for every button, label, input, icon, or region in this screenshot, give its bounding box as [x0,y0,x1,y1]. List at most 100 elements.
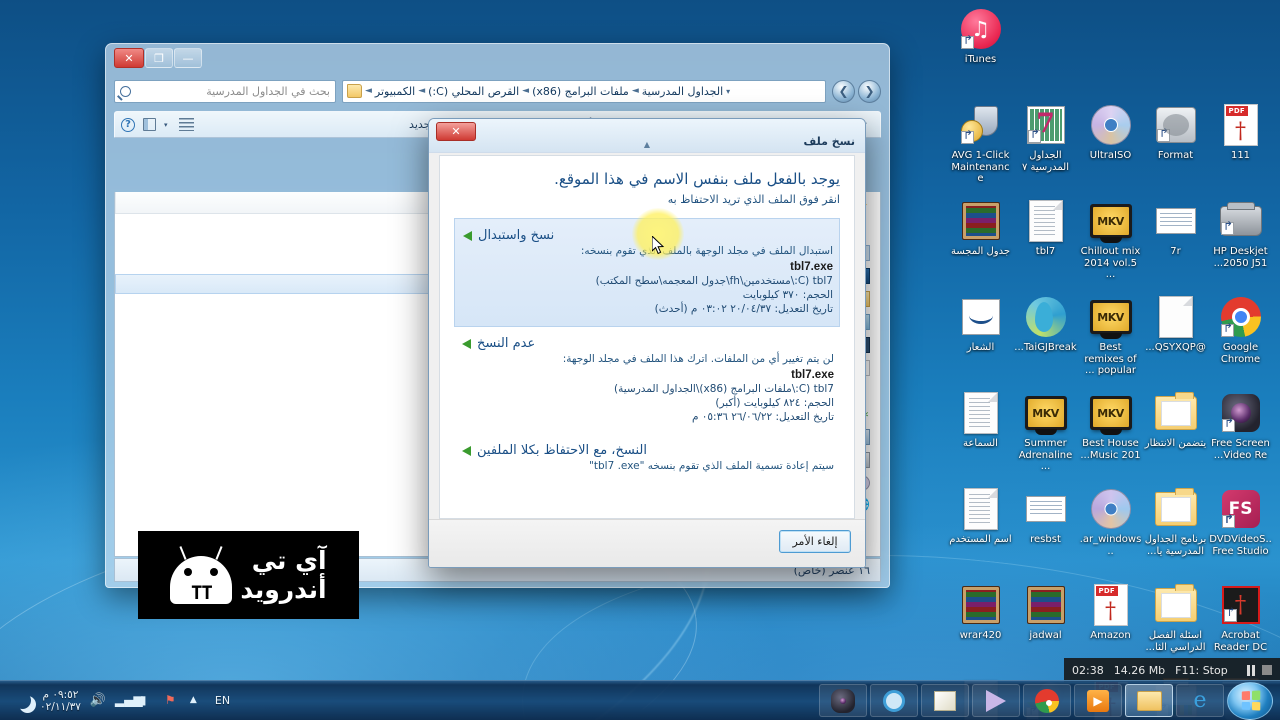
taskbar-item-chrome[interactable] [1023,684,1071,717]
volume-icon[interactable]: 🔊 [90,693,106,708]
desktop-icon[interactable]: wrar420 [948,580,1013,676]
pause-icon[interactable] [1247,664,1255,676]
explorer-title-bar[interactable]: ✕ ❐ — [106,44,889,74]
help-icon[interactable]: ? [121,117,135,132]
desktop-icon[interactable]: MKV Best House Music 201... [1078,388,1143,484]
option-title-text: عدم النسخ [477,336,536,351]
taskbar-item-camera[interactable] [819,684,867,717]
taskbar-item-media-player[interactable]: ▶ [1074,684,1122,717]
desktop-icon[interactable]: يتضمن الانتظار [1143,388,1208,484]
preview-pane-icon[interactable] [143,118,156,131]
option-modified: تاريخ التعديل: ٢٠/٠٤/٣٧ ٠٣:٠٢ م (أحدث) [654,303,833,315]
desktop-icon[interactable]: ar_windows... [1078,484,1143,580]
address-dropdown-icon[interactable]: ▾ [726,87,730,96]
network-icon[interactable]: ▂▄▆ [115,693,143,708]
desktop-icon[interactable]: iTunes [948,4,1013,100]
option-title[interactable]: النسخ، مع الاحتفاظ بكلا الملفين [462,443,834,458]
desktop-icon-label: Best House Music 201... [1080,438,1141,461]
option-title[interactable]: عدم النسخ [462,336,834,351]
desktop-icon[interactable]: الشعار [948,292,1013,388]
cancel-button[interactable]: إلغاء الأمر [779,530,851,553]
winrar-archive-icon [959,199,1003,243]
desktop-icon[interactable]: Free Screen Video Re... [1208,388,1273,484]
taskbar-item-notepad[interactable] [921,684,969,717]
taskbar-item-screen-recorder[interactable] [870,684,918,717]
desktop-icon[interactable]: FS DVDVideoS.. Free Studio [1208,484,1273,580]
desktop-icon[interactable]: resbst [1013,484,1078,580]
desktop-icon[interactable]: TaiGJBreak... [1013,292,1078,388]
desktop-icon[interactable]: Format [1143,100,1208,196]
taskbar-item-internet-explorer[interactable]: e [1176,684,1224,717]
search-input[interactable]: بحث في الجداول المدرسية [114,79,336,103]
desktop-icon[interactable]: UltraISO [1078,100,1143,196]
folder-icon [347,84,362,98]
conflict-option[interactable]: عدم النسخ لن يتم تغيير أي من الملفات. اتر… [454,327,840,434]
channel-watermark: آي تي أندرويد TT [138,531,359,619]
desktop-icon[interactable]: MKV Best remixes of popular ... [1078,292,1143,388]
battery-icon[interactable]: ▮ [140,693,156,708]
show-hidden-icons-icon[interactable]: ▲ [190,693,206,708]
desktop-icon[interactable]: MKV Chillout mix 2014 vol.5 ... [1078,196,1143,292]
winrar-archive-icon [1024,583,1068,627]
taskbar[interactable]: ٠٩:٥٢ م ٠٢/١١/٣٧ 🔊 ▂▄▆ ▮ ⚑ ▲ EN ▶ e [0,680,1280,720]
option-filename: tbl7.exe [791,369,834,381]
desktop-icon[interactable]: اسم المستخدم [948,484,1013,580]
desktop-icon[interactable]: 7r [1143,196,1208,292]
copy-file-dialog[interactable]: نسخ ملف ✕ ▲ يوجد بالفعل ملف بنفس الاسم ف… [428,118,866,568]
flag-icon[interactable]: ⚑ [165,693,181,708]
option-title[interactable]: نسخ واستبدال [463,228,833,243]
explorer-navigation-bar: ❮ ❯ ▾ الجداول المدرسية ◄ ملفات البرامج (… [114,74,881,108]
chevron-down-icon[interactable]: ▾ [164,121,168,129]
maximize-button[interactable]: ❐ [145,48,173,68]
desktop-icon[interactable]: PDF † 111 [1208,100,1273,196]
option-description: استبدال الملف في مجلد الوجهة بالملف الذي… [580,245,833,257]
mkv-video-icon: MKV [1089,391,1133,435]
desktop-icon[interactable]: MKV Summer Adrenaline ... [1013,388,1078,484]
desktop-icon-label: Chillout mix 2014 vol.5 ... [1080,246,1141,280]
pdf-document-icon: PDF† [1219,103,1263,147]
desktop-icon[interactable]: 7 الجداول المدرسية ٧ [1013,100,1078,196]
conflict-option[interactable]: نسخ واستبدال استبدال الملف في مجلد الوجهة… [454,218,840,327]
desktop-icon[interactable]: tbl7 [1013,196,1078,292]
desktop-icon[interactable]: برنامج الجداول المدرسية يا... [1143,484,1208,580]
option-title-text: نسخ واستبدال [478,228,555,243]
taskbar-item-media[interactable] [972,684,1020,717]
close-button[interactable]: ✕ [114,48,144,68]
language-indicator[interactable]: EN [215,694,230,707]
desktop-icon-label: DVDVideoS.. Free Studio [1209,534,1272,557]
forward-button[interactable]: ❯ [858,79,881,103]
dialog-title-bar[interactable]: نسخ ملف ✕ ▲ [429,119,865,153]
collapse-icon[interactable]: ▲ [644,140,650,149]
change-view-icon[interactable] [178,118,194,131]
mkv-video-icon: MKV [1024,391,1068,435]
windows-logo-icon [1241,690,1260,711]
desktop-icon[interactable]: @QSYXQP... [1143,292,1208,388]
dialog-content: يوجد بالفعل ملف بنفس الاسم في هذا الموقع… [439,155,855,519]
desktop-icon[interactable]: HP Deskjet 2050 J51... [1208,196,1273,292]
option-modified: تاريخ التعديل: ٢٦/٠٦/٢٢ ٠٥:٣٦ م [691,411,834,423]
minimize-button[interactable]: — [174,48,202,68]
breadcrumb-item[interactable]: ملفات البرامج (x86) [532,85,629,98]
action-center-moon-icon[interactable] [14,692,31,709]
back-button[interactable]: ❮ [832,79,855,103]
stop-icon[interactable] [1262,665,1272,675]
screen-recorder-overlay[interactable]: 02:38 14.26 Mb F11: Stop [1064,658,1280,682]
windows-explorer-icon [1136,690,1162,711]
desktop-icon-label: resbst [1030,534,1061,545]
green-arrow-icon [463,230,472,241]
conflict-option[interactable]: النسخ، مع الاحتفاظ بكلا الملفين سيتم إعاد… [454,434,840,486]
media-player-icon: ▶ [1087,689,1109,712]
desktop-icon[interactable]: Google Chrome [1208,292,1273,388]
taskbar-item-explorer[interactable] [1125,684,1173,717]
address-bar[interactable]: ▾ الجداول المدرسية ◄ ملفات البرامج (x86)… [342,79,826,103]
breadcrumb-item[interactable]: الكمبيوتر [375,85,415,98]
dialog-close-button[interactable]: ✕ [436,122,476,141]
desktop-icon[interactable]: السماعة [948,388,1013,484]
start-button[interactable] [1227,681,1273,720]
clock[interactable]: ٠٩:٥٢ م ٠٢/١١/٣٧ [40,689,81,713]
desktop-icon[interactable]: AVG 1-Click Maintenance [948,100,1013,196]
breadcrumb-item[interactable]: الجداول المدرسية [642,85,723,98]
desktop-icon[interactable]: جدول المجسة [948,196,1013,292]
breadcrumb-item[interactable]: القرص المحلي (C:) [428,85,519,98]
conflict-options: نسخ واستبدال استبدال الملف في مجلد الوجهة… [454,218,840,486]
